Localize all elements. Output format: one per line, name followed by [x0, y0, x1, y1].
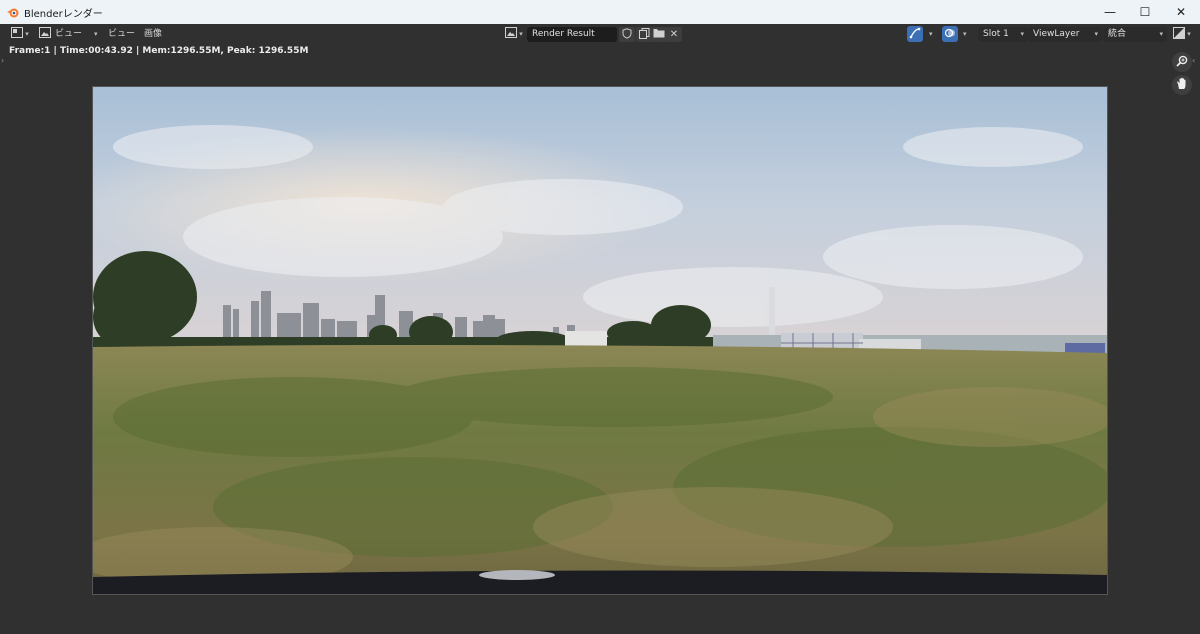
- view-menu[interactable]: ビュー: [108, 26, 135, 42]
- duplicate-image-button[interactable]: [636, 27, 652, 42]
- hand-icon: [1176, 77, 1188, 93]
- image-browse-button[interactable]: ▾: [503, 26, 525, 42]
- slot-dropdown[interactable]: Slot 1 ▾: [978, 27, 1028, 42]
- toolbar-expand-arrow-icon[interactable]: ›: [1, 56, 4, 65]
- folder-icon: [653, 28, 665, 41]
- gizmo-toggle[interactable]: [907, 26, 923, 42]
- fake-user-button[interactable]: [619, 27, 635, 42]
- image-name-field[interactable]: Render Result: [527, 27, 617, 42]
- image-menu[interactable]: 画像: [144, 26, 162, 42]
- camera-rig: [93, 570, 1107, 594]
- overlay-toggle[interactable]: [942, 26, 958, 42]
- gizmo-icon: [909, 27, 921, 42]
- display-channels-icon: [1173, 26, 1186, 42]
- render-pass-label: 統合: [1108, 29, 1127, 39]
- unlink-image-button[interactable]: ✕: [666, 27, 682, 42]
- image-icon: [39, 27, 51, 41]
- image-browse-icon: [505, 27, 518, 41]
- chevron-down-icon: ▾: [1020, 30, 1024, 38]
- minimize-button[interactable]: —: [1092, 0, 1128, 24]
- close-window-button[interactable]: ✕: [1163, 0, 1199, 24]
- image-view-mode-button[interactable]: [38, 26, 52, 42]
- chevron-down-icon: ▾: [1094, 30, 1098, 38]
- view-layer-label: ViewLayer: [1033, 29, 1080, 39]
- view-mode-label: ビュー: [55, 29, 83, 39]
- close-icon: ✕: [669, 29, 679, 40]
- maximize-button[interactable]: ☐: [1127, 0, 1163, 24]
- truck: [565, 331, 607, 347]
- view-layer-dropdown[interactable]: ViewLayer ▾: [1028, 27, 1102, 42]
- image-editor-icon: [11, 27, 24, 41]
- chevron-down-icon: ▾: [1159, 30, 1163, 38]
- zoom-tool-button[interactable]: [1172, 52, 1192, 72]
- image-editor-header: ▾ ビュー ▾ ビュー 画像 ▾ Render Result ✕ ▾ ▾ Slo…: [0, 24, 1200, 44]
- chevron-down-icon: ▾: [25, 30, 29, 38]
- duplicate-icon: [638, 27, 650, 42]
- display-channels-button[interactable]: ▾: [1169, 26, 1195, 42]
- sidebar-expand-arrow-icon[interactable]: ‹: [1192, 56, 1195, 65]
- gizmo-options-chevron-icon[interactable]: ▾: [929, 30, 933, 38]
- zoom-icon: [1176, 55, 1188, 70]
- chevron-down-icon: ▾: [94, 30, 98, 38]
- title-bar: Blenderレンダー — ☐ ✕: [0, 0, 1200, 24]
- chevron-down-icon: ▾: [519, 30, 523, 38]
- overlay-options-chevron-icon[interactable]: ▾: [963, 30, 967, 38]
- editor-type-button[interactable]: ▾: [8, 26, 32, 42]
- blender-logo-icon: [6, 5, 20, 19]
- render-pass-dropdown[interactable]: 統合 ▾: [1103, 27, 1167, 42]
- overlay-icon: [944, 27, 956, 42]
- chevron-down-icon: ▾: [1187, 30, 1191, 38]
- shield-icon: [622, 27, 632, 42]
- window-title: Blenderレンダー: [24, 8, 103, 20]
- view-mode-menu[interactable]: ビュー ▾: [55, 26, 98, 42]
- slot-label: Slot 1: [983, 29, 1009, 39]
- render-info-text: Frame:1 | Time:00:43.92 | Mem:1296.55M, …: [9, 46, 309, 56]
- pan-tool-button[interactable]: [1172, 75, 1192, 95]
- open-image-button[interactable]: [651, 27, 667, 42]
- render-result-image[interactable]: [92, 86, 1108, 595]
